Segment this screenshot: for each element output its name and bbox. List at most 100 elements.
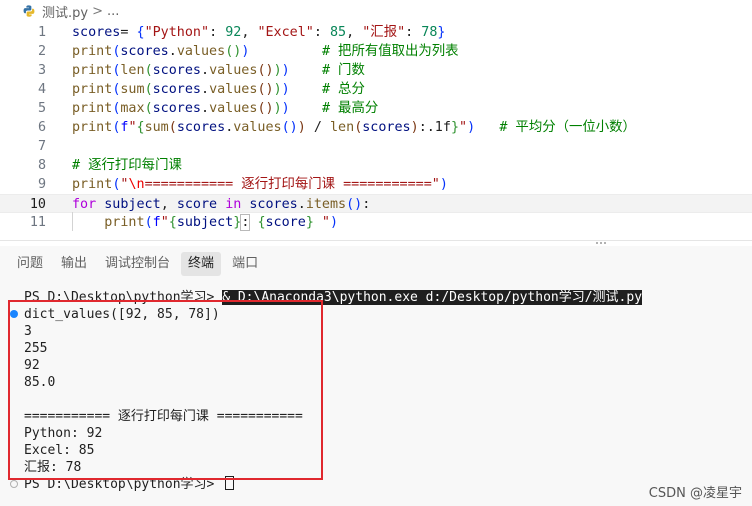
code-line[interactable]: 1 scores= {"Python": 92, "Excel": 85, "汇报… [0, 23, 752, 42]
code-token: () [346, 197, 363, 212]
code-token: . [201, 63, 210, 78]
prompt-status-dot-icon[interactable] [10, 480, 18, 488]
code-token: print [72, 101, 113, 116]
code-token: scores [176, 120, 226, 135]
code-token: () [281, 120, 298, 135]
code-token: len [120, 63, 145, 78]
code-token: scores [152, 101, 201, 116]
code-token: "Python" [144, 25, 210, 40]
tab-terminal[interactable]: 终端 [181, 252, 222, 276]
panel-tabs: 问题 输出 调试控制台 终端 端口 [0, 246, 269, 282]
bottom-panel: 问题 输出 调试控制台 终端 端口 PS D:\Desktop\python学习… [0, 246, 752, 506]
code-line[interactable]: 9 print("\n=========== 逐行打印每门课 ==========… [0, 175, 752, 194]
code-text: print(max(scores.values())) # 最高分 [72, 99, 378, 118]
code-token: } [305, 215, 314, 230]
watermark: CSDN @凌星宇 [648, 486, 742, 501]
line-number: 3 [37, 63, 46, 78]
code-token: scores [152, 82, 201, 97]
code-token: ) [273, 63, 282, 78]
code-token: . [201, 82, 210, 97]
panel-sash[interactable] [0, 240, 752, 241]
code-token: items [305, 197, 347, 212]
code-token: . [168, 44, 177, 59]
code-token: ) [297, 120, 306, 135]
code-line[interactable]: 3 print(len(scores.values())) # 门数 [0, 61, 752, 80]
code-token: sum [144, 120, 169, 135]
code-line[interactable]: 4 print(sum(scores.values())) # 总分 [0, 80, 752, 99]
code-line[interactable]: 5 print(max(scores.values())) # 最高分 [0, 99, 752, 118]
code-token: " [160, 215, 169, 230]
tab-debug-console[interactable]: 调试控制台 [98, 252, 177, 276]
code-token: for [72, 197, 97, 212]
code-token: { [257, 215, 266, 230]
code-token: \n [128, 177, 145, 192]
line-number: 11 [29, 215, 46, 230]
code-token: } [437, 25, 446, 40]
line-number: 6 [37, 120, 46, 135]
code-token: 92 [225, 25, 242, 40]
code-line[interactable]: 2 print(scores.values()) # 把所有值取出为列表 [0, 42, 752, 61]
code-line[interactable]: 6 print(f"{sum(scores.values()) / len(sco… [0, 118, 752, 137]
code-token: ) [439, 177, 448, 192]
code-token: 85 [330, 25, 347, 40]
code-token: " [459, 120, 468, 135]
code-line[interactable]: 11 print(f"{subject}: {score} ") [0, 213, 752, 232]
code-token: ( [144, 82, 153, 97]
code-editor[interactable]: 1 scores= {"Python": 92, "Excel": 85, "汇报… [0, 22, 752, 238]
code-token: : [209, 25, 226, 40]
code-token: score [176, 197, 218, 212]
code-line[interactable]: 7 [0, 137, 752, 156]
code-token: values [176, 44, 226, 59]
code-token: # 逐行打印每门课 [72, 158, 182, 173]
code-text: # 逐行打印每门课 [72, 156, 182, 175]
code-text: print(f"{subject}: {score} ") [72, 213, 338, 232]
code-text: print(scores.values()) # 把所有值取出为列表 [72, 42, 459, 61]
code-token: print [72, 82, 113, 97]
code-text: for subject, score in scores.items(): [72, 195, 370, 214]
python-file-icon [23, 5, 35, 17]
indent-guide [72, 212, 73, 231]
code-token: () [225, 44, 242, 59]
code-token: scores [72, 25, 121, 40]
code-token: scores [362, 120, 411, 135]
line-number: 7 [37, 139, 46, 154]
code-line[interactable]: 10 for subject, score in scores.items(): [0, 194, 752, 213]
code-token: # 最高分 [321, 101, 379, 116]
code-line[interactable]: 8 # 逐行打印每门课 [0, 156, 752, 175]
tab-output[interactable]: 输出 [54, 252, 94, 276]
code-token: max [120, 101, 145, 116]
breadcrumb-more[interactable]: ... [107, 4, 119, 19]
code-token: { [136, 25, 145, 40]
code-token: ) [281, 82, 290, 97]
code-token: print [104, 215, 145, 230]
code-token: values [209, 101, 258, 116]
code-token: } [450, 120, 459, 135]
code-token: # 把所有值取出为列表 [321, 44, 459, 59]
code-token: values [233, 120, 282, 135]
breadcrumb: 测试.py > ... [0, 0, 752, 22]
line-number: 2 [37, 44, 46, 59]
breadcrumb-file[interactable]: 测试.py [42, 2, 88, 21]
tab-ports[interactable]: 端口 [225, 252, 265, 276]
code-token: # 总分 [321, 82, 365, 97]
line-number: 5 [37, 101, 46, 116]
code-text: print(f"{sum(scores.values()) / len(scor… [72, 118, 636, 137]
code-text: print("\n=========== 逐行打印每门课 ===========… [72, 175, 448, 194]
code-token: scores [120, 44, 169, 59]
code-token: , [241, 25, 258, 40]
code-token: ( [144, 101, 153, 116]
code-token: # 门数 [321, 63, 365, 78]
code-token: () [257, 82, 274, 97]
code-text: print(sum(scores.values())) # 总分 [72, 80, 365, 99]
code-token: () [257, 101, 274, 116]
code-token: subject [176, 215, 234, 230]
tab-problems[interactable]: 问题 [10, 252, 50, 276]
code-token: ( [144, 63, 153, 78]
code-token: , [160, 197, 177, 212]
code-token: print [72, 120, 113, 135]
